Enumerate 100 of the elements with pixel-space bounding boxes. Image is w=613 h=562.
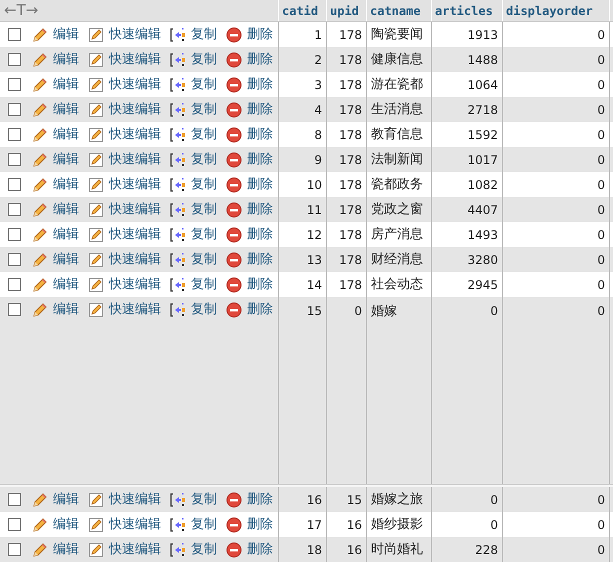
edit-link[interactable]: 编辑 [53, 178, 79, 191]
copy-link[interactable]: 复制 [191, 103, 217, 116]
table-cell-text: 社会动态 [371, 276, 423, 294]
copy-link[interactable]: 复制 [191, 493, 217, 506]
copy-link[interactable]: 复制 [191, 543, 217, 556]
delete-link[interactable]: 删除 [247, 78, 273, 91]
table-cell-text: 178 [339, 226, 362, 244]
delete-link[interactable]: 删除 [247, 178, 273, 191]
copy-link[interactable]: 复制 [191, 153, 217, 166]
table-cell-text: 16 [306, 492, 322, 508]
delete-link[interactable]: 删除 [247, 228, 273, 241]
column-header[interactable]: displayorder [506, 2, 593, 20]
quick-edit-link[interactable]: 快速编辑 [109, 153, 161, 166]
copy-link[interactable]: 复制 [191, 53, 217, 66]
column-header[interactable]: upid [330, 2, 359, 20]
quick-edit-link[interactable]: 快速编辑 [109, 103, 161, 116]
copy-link[interactable]: 复制 [191, 28, 217, 41]
table-cell-text: 178 [339, 76, 362, 94]
quick-edit-link[interactable]: 快速编辑 [109, 228, 161, 241]
quick-edit-link[interactable]: 快速编辑 [109, 278, 161, 291]
quick-edit-link[interactable]: 快速编辑 [109, 543, 161, 556]
quick-edit-link[interactable]: 快速编辑 [109, 303, 161, 316]
table-cell-text: 1064 [467, 76, 498, 94]
delete-link[interactable]: 删除 [247, 53, 273, 66]
quick-edit-link[interactable]: 快速编辑 [109, 493, 161, 506]
table-cell-text: 0 [597, 152, 605, 168]
table-cell-text: 0 [597, 226, 605, 244]
table-cell-text: 178 [339, 152, 362, 168]
table-cell-text: 178 [339, 52, 362, 68]
quick-edit-link[interactable]: 快速编辑 [109, 28, 161, 41]
edit-link[interactable]: 编辑 [53, 278, 79, 291]
table-cell-text: 8 [314, 126, 322, 144]
column-header[interactable]: catname [370, 2, 421, 20]
table-cell-text: 4 [314, 102, 322, 118]
delete-link[interactable]: 删除 [247, 278, 273, 291]
table-cell-text: 1488 [467, 52, 498, 68]
quick-edit-link[interactable]: 快速编辑 [109, 518, 161, 531]
table-cell-text: 1082 [467, 176, 498, 194]
delete-link[interactable]: 删除 [247, 518, 273, 531]
table-cell-text: 178 [339, 102, 362, 118]
edit-link[interactable]: 编辑 [53, 518, 79, 531]
edit-link[interactable]: 编辑 [53, 253, 79, 266]
table-cell-text: 178 [339, 202, 362, 218]
table-cell-text: 0 [490, 516, 498, 534]
copy-link[interactable]: 复制 [191, 78, 217, 91]
edit-link[interactable]: 编辑 [53, 543, 79, 556]
table-cell-text: 0 [597, 176, 605, 194]
edit-link[interactable]: 编辑 [53, 153, 79, 166]
delete-link[interactable]: 删除 [247, 28, 273, 41]
delete-link[interactable]: 删除 [247, 153, 273, 166]
delete-link[interactable]: 删除 [247, 203, 273, 216]
delete-link[interactable]: 删除 [247, 303, 273, 316]
table-cell-text: 13 [306, 252, 322, 268]
delete-link[interactable]: 删除 [247, 128, 273, 141]
quick-edit-link[interactable]: 快速编辑 [109, 178, 161, 191]
table-cell-text: 2718 [467, 102, 498, 118]
edit-link[interactable]: 编辑 [53, 203, 79, 216]
copy-link[interactable]: 复制 [191, 278, 217, 291]
table-cell-text: 2 [314, 52, 322, 68]
quick-edit-link[interactable]: 快速编辑 [109, 53, 161, 66]
table-cell-text: 0 [597, 303, 605, 320]
edit-link[interactable]: 编辑 [53, 103, 79, 116]
edit-link[interactable]: 编辑 [53, 228, 79, 241]
quick-edit-link[interactable]: 快速编辑 [109, 253, 161, 266]
table-cell-text: 16 [346, 516, 362, 534]
copy-link[interactable]: 复制 [191, 178, 217, 191]
edit-link[interactable]: 编辑 [53, 78, 79, 91]
copy-link[interactable]: 复制 [191, 203, 217, 216]
table-cell-text: 婚纱摄影 [371, 516, 423, 534]
delete-link[interactable]: 删除 [247, 543, 273, 556]
edit-link[interactable]: 编辑 [53, 303, 79, 316]
edit-link[interactable]: 编辑 [53, 128, 79, 141]
quick-edit-link[interactable]: 快速编辑 [109, 78, 161, 91]
table-cell-text: 0 [490, 303, 498, 320]
copy-link[interactable]: 复制 [191, 128, 217, 141]
quick-edit-link[interactable]: 快速编辑 [109, 128, 161, 141]
quick-edit-link[interactable]: 快速编辑 [109, 203, 161, 216]
delete-link[interactable]: 删除 [247, 253, 273, 266]
edit-link[interactable]: 编辑 [53, 53, 79, 66]
edit-link[interactable]: 编辑 [53, 493, 79, 506]
table-cell-text: 0 [597, 202, 605, 218]
delete-link[interactable]: 删除 [247, 493, 273, 506]
column-resize-arrows[interactable]: ←T→ [0, 3, 278, 18]
edit-link[interactable]: 编辑 [53, 28, 79, 41]
column-header[interactable]: catid [282, 2, 318, 20]
table-cell-text: 0 [597, 126, 605, 144]
table-cell-text: 14 [306, 276, 322, 294]
table-cell-text: 1592 [467, 126, 498, 144]
copy-link[interactable]: 复制 [191, 253, 217, 266]
table-cell-text: 228 [475, 542, 498, 558]
copy-link[interactable]: 复制 [191, 303, 217, 316]
table-cell-text: 0 [597, 276, 605, 294]
copy-link[interactable]: 复制 [191, 518, 217, 531]
column-header[interactable]: articles [435, 2, 493, 20]
table-cell-text: 0 [490, 492, 498, 508]
table-cell-text: 时尚婚礼 [371, 540, 423, 559]
table-cell-text: 15 [306, 303, 322, 320]
table-cell-text: 0 [597, 542, 605, 558]
delete-link[interactable]: 删除 [247, 103, 273, 116]
copy-link[interactable]: 复制 [191, 228, 217, 241]
